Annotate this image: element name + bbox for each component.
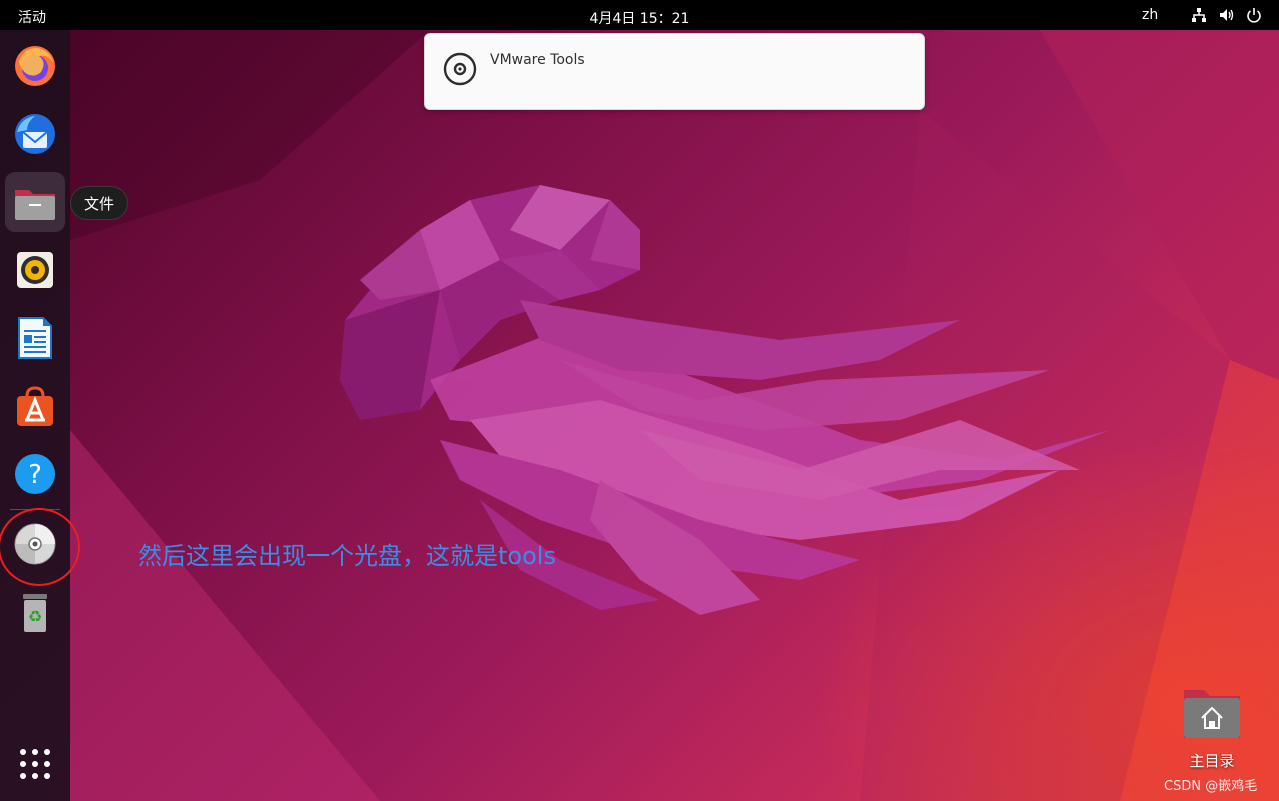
dock-item-writer[interactable]	[5, 308, 65, 368]
disc-icon	[443, 52, 477, 90]
home-folder-label: 主目录	[1189, 752, 1235, 770]
dock: ? ♻	[0, 30, 70, 801]
dock-item-trash[interactable]: ♻	[5, 582, 65, 642]
network-icon[interactable]	[1190, 6, 1208, 24]
home-folder-icon	[1184, 690, 1240, 738]
dock-item-thunderbird[interactable]	[5, 104, 65, 164]
activities-button[interactable]: 活动	[18, 7, 46, 27]
input-method-indicator[interactable]: zh	[1142, 7, 1158, 23]
watermark: CSDN @嵌鸡毛	[1164, 779, 1258, 794]
volume-icon[interactable]	[1218, 6, 1236, 24]
top-bar: 活动 4月4日 15：21 zh	[0, 0, 1279, 30]
desktop-home-folder[interactable]: 主目录	[1170, 680, 1254, 772]
help-icon: ?	[15, 454, 55, 494]
highlight-circle	[0, 508, 80, 586]
dock-item-app-center[interactable]	[5, 376, 65, 436]
firefox-icon	[15, 46, 55, 86]
dock-item-firefox[interactable]	[5, 36, 65, 96]
trash-icon: ♻	[23, 594, 47, 632]
rhythmbox-icon	[17, 252, 53, 288]
app-center-icon	[17, 386, 53, 426]
clock[interactable]: 4月4日 15：21	[590, 11, 690, 27]
notification-banner[interactable]: VMware Tools	[424, 33, 925, 110]
show-apps-button[interactable]	[5, 734, 65, 794]
annotation-text: 然后这里会出现一个光盘，这就是tools	[138, 542, 556, 570]
notification-title: VMware Tools	[490, 52, 585, 68]
svg-text:?: ?	[28, 460, 42, 490]
thunderbird-icon	[15, 114, 55, 154]
desktop-wallpaper	[0, 0, 1279, 801]
jellyfish-artwork	[70, 30, 1279, 801]
dock-item-files[interactable]	[5, 172, 65, 232]
libreoffice-writer-icon	[18, 317, 52, 359]
svg-text:♻: ♻	[28, 607, 42, 626]
dock-item-rhythmbox[interactable]	[5, 240, 65, 300]
app-grid-icon	[20, 749, 50, 779]
files-icon	[15, 190, 55, 220]
dock-item-help[interactable]: ?	[5, 444, 65, 504]
power-icon[interactable]	[1245, 6, 1263, 24]
dock-tooltip: 文件	[70, 186, 129, 220]
